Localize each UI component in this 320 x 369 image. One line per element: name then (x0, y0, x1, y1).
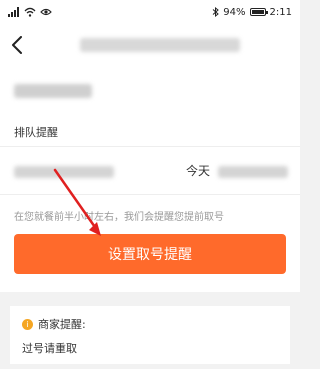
battery-percent: 94% (223, 6, 246, 18)
section-title: 排队提醒 (14, 126, 58, 139)
signal-icon (8, 6, 20, 18)
reminder-hint: 在您就餐前半小时左右，我们会提醒您提前取号 (14, 212, 224, 223)
queue-reminder-section: 排队提醒 今天 在您就餐前半小时左右，我们会提醒您提前取号 设置取号提醒 (0, 116, 300, 292)
info-icon: i (22, 318, 33, 330)
status-left (8, 6, 52, 18)
merchant-notice: i 商家提醒: 过号请重取 (10, 306, 290, 364)
battery-level (251, 10, 264, 14)
row-divider (0, 194, 300, 195)
nav-bar (0, 24, 300, 66)
back-button[interactable] (0, 24, 34, 66)
page-title-redacted (80, 38, 240, 52)
chevron-left-icon (12, 36, 22, 54)
section-divider (0, 146, 300, 147)
shop-name-redacted (14, 84, 92, 98)
clock: 2:11 (269, 6, 292, 18)
wifi-icon (24, 6, 36, 18)
today-label: 今天 (186, 164, 211, 178)
shop-info (0, 66, 300, 116)
status-bar: 94% 2:11 (0, 0, 300, 24)
battery-icon (249, 8, 268, 16)
notice-header: i 商家提醒: (22, 316, 86, 332)
set-reminder-button[interactable]: 设置取号提醒 (14, 234, 286, 274)
bluetooth-icon (212, 6, 220, 18)
queue-info-redacted (14, 166, 114, 178)
notice-content: 过号请重取 (22, 342, 77, 355)
notice-title: 商家提醒: (38, 318, 86, 331)
queue-time-redacted (218, 166, 288, 178)
eye-icon (40, 6, 52, 18)
status-right: 94% 2:11 (212, 6, 292, 18)
